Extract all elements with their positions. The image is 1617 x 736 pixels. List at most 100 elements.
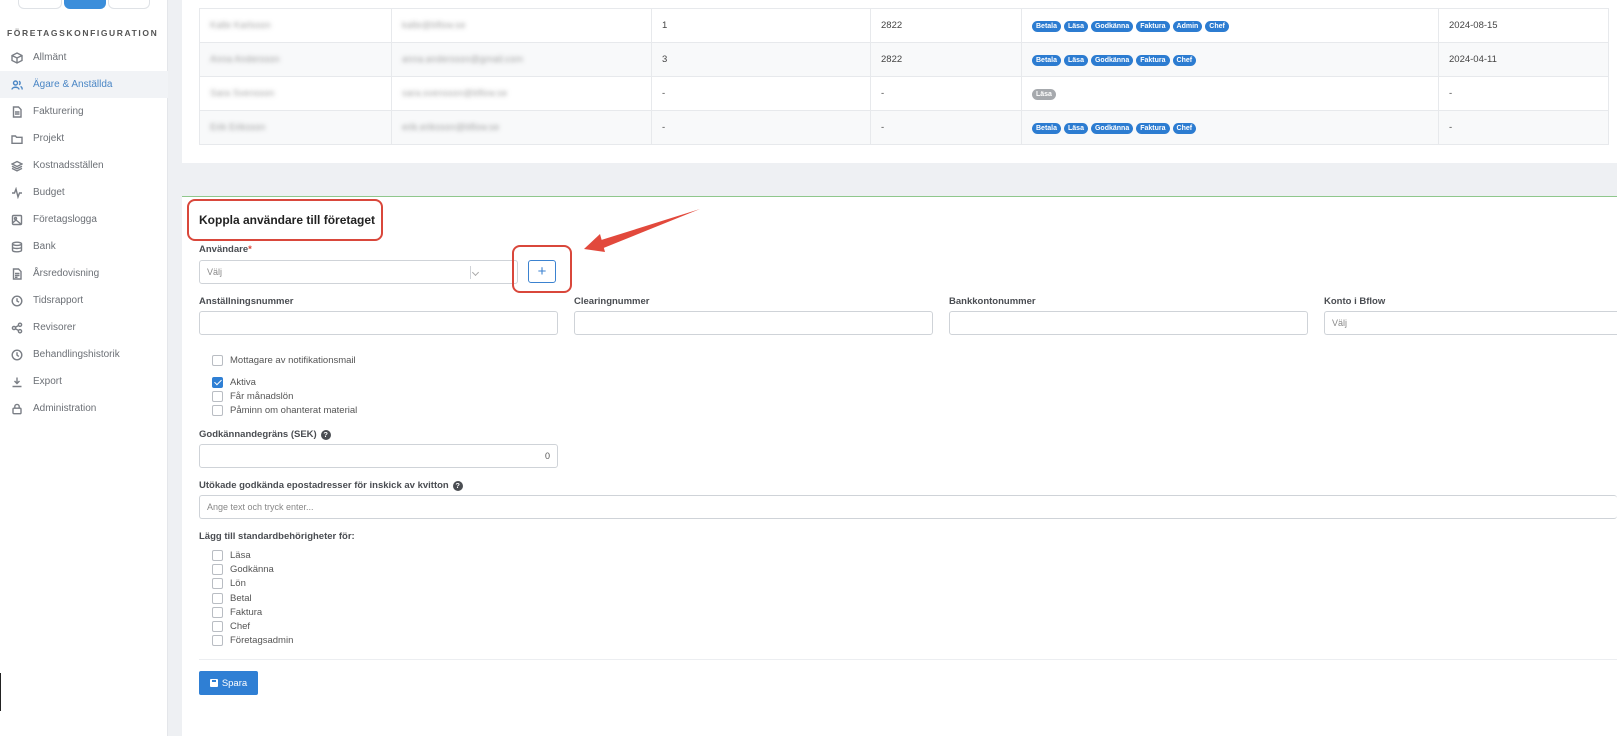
sidebar-tab-2-active[interactable] bbox=[64, 0, 106, 9]
permission-row[interactable]: Chef bbox=[212, 621, 250, 632]
sidebar: FÖRETAGSKONFIGURATION Allmänt Ägare & Ans… bbox=[0, 0, 168, 736]
table-row[interactable]: Sara Svensson sara.svensson@bflow.se - - Läs… bbox=[199, 76, 1609, 111]
question-circle-icon[interactable]: ? bbox=[452, 481, 463, 491]
sidebar-item-fakturering[interactable]: Fakturering bbox=[0, 98, 168, 125]
cell-clearing-text: - bbox=[881, 122, 885, 133]
checkbox[interactable] bbox=[212, 355, 223, 366]
cell-date-text: - bbox=[1449, 88, 1453, 99]
cell-number-text: 3 bbox=[662, 54, 668, 65]
cell-number: - bbox=[651, 110, 871, 145]
permission-row[interactable]: Läsa bbox=[212, 550, 251, 561]
cell-email-text: erik.eriksson@bflow.se bbox=[402, 122, 500, 133]
sidebar-item-label: Årsredovisning bbox=[33, 268, 100, 279]
sidebar-item-budget[interactable]: Budget bbox=[0, 179, 168, 206]
cell-name-text: Erik Eriksson bbox=[210, 122, 266, 133]
permission-row[interactable]: Företagsadmin bbox=[212, 635, 294, 647]
clearing-number-label: Clearingnummer bbox=[574, 296, 650, 307]
checkbox-row[interactable]: Mottagare av notifikationsmail bbox=[212, 355, 356, 366]
cell-roles: Läsa bbox=[1021, 76, 1439, 111]
cell-number: - bbox=[651, 76, 871, 111]
cell-clearing: - bbox=[870, 110, 1022, 145]
approval-limit-input[interactable]: 0 bbox=[199, 444, 558, 468]
role-badge: Betala bbox=[1032, 54, 1062, 66]
checkbox-checked[interactable] bbox=[212, 377, 223, 388]
checkbox[interactable] bbox=[212, 592, 223, 604]
checkbox[interactable] bbox=[212, 621, 223, 632]
user-select[interactable]: Välj bbox=[199, 260, 518, 284]
cell-number-text: 1 bbox=[662, 20, 668, 31]
share-icon bbox=[10, 321, 24, 335]
extended-emails-label: Utökade godkända epostadresser för inski… bbox=[199, 480, 463, 491]
clearing-number-input[interactable] bbox=[574, 311, 933, 335]
checkbox-row[interactable]: Får månadslön bbox=[212, 391, 293, 402]
bank-account-input[interactable] bbox=[949, 311, 1308, 335]
layers-icon bbox=[10, 159, 24, 173]
activity-icon bbox=[10, 186, 24, 200]
sidebar-item-behandlingshistorik[interactable]: Behandlingshistorik bbox=[0, 341, 168, 368]
table-row[interactable]: Kalle Karlsson kalle@bflow.se 1 2822 Betala L… bbox=[199, 8, 1609, 43]
permission-label: Läsa bbox=[230, 550, 251, 561]
role-badge: Admin bbox=[1172, 20, 1203, 32]
bflow-account-select[interactable]: Välj bbox=[1324, 311, 1617, 335]
sidebar-item-label: Allmänt bbox=[33, 52, 67, 63]
sidebar-item-export[interactable]: Export bbox=[0, 368, 168, 395]
database-icon bbox=[10, 240, 24, 254]
sidebar-item-label: Administration bbox=[33, 403, 97, 414]
connect-user-form: Koppla användare till företaget Användar… bbox=[182, 197, 1617, 736]
checkbox[interactable] bbox=[212, 635, 223, 647]
sidebar-tab-1[interactable] bbox=[18, 0, 62, 9]
permission-row[interactable]: Godkänna bbox=[212, 564, 274, 576]
cell-email: sara.svensson@bflow.se bbox=[391, 76, 652, 111]
role-badge: Läsa bbox=[1064, 54, 1088, 66]
checkbox[interactable] bbox=[212, 391, 223, 402]
cell-date-text: - bbox=[1449, 122, 1453, 133]
sidebar-item-administration[interactable]: Administration bbox=[0, 395, 168, 422]
checkbox-row[interactable]: Påminn om ohanterat material bbox=[212, 405, 357, 416]
user-select-placeholder: Välj bbox=[207, 267, 223, 277]
checkbox[interactable] bbox=[212, 550, 223, 561]
cell-number-text: - bbox=[662, 88, 666, 99]
role-badge: Faktura bbox=[1136, 54, 1170, 66]
chevron-down-icon bbox=[471, 268, 480, 277]
extended-emails-input[interactable]: Ange text och tryck enter... bbox=[199, 495, 1617, 519]
table-row[interactable]: Anna Andersson anna.andersson@gmail.com 3 2… bbox=[199, 42, 1609, 77]
checkbox[interactable] bbox=[212, 578, 223, 590]
checkbox[interactable] bbox=[212, 606, 223, 618]
cell-name: Anna Andersson bbox=[199, 42, 392, 77]
save-button[interactable]: Spara bbox=[199, 671, 258, 695]
sidebar-item-label: Ägare & Anställda bbox=[33, 79, 113, 90]
cell-date: 2024-04-11 bbox=[1438, 42, 1609, 77]
users-table: Kalle Karlsson kalle@bflow.se 1 2822 Betala L… bbox=[199, 8, 1609, 145]
sidebar-item-årsredovisning[interactable]: Årsredovisning bbox=[0, 260, 168, 287]
sidebar-item-ägare-anställda[interactable]: Ägare & Anställda bbox=[0, 71, 168, 98]
cell-name: Sara Svensson bbox=[199, 76, 392, 111]
checkbox[interactable] bbox=[212, 564, 223, 576]
cell-email-text: sara.svensson@bflow.se bbox=[402, 88, 508, 99]
sidebar-item-kostnadsställen[interactable]: Kostnadsställen bbox=[0, 152, 168, 179]
permission-row[interactable]: Faktura bbox=[212, 606, 262, 618]
sidebar-item-revisorer[interactable]: Revisorer bbox=[0, 314, 168, 341]
sidebar-item-allmänt[interactable]: Allmänt bbox=[0, 44, 168, 71]
employee-number-label: Anställningsnummer bbox=[199, 296, 294, 307]
permission-row[interactable]: Betal bbox=[212, 592, 252, 604]
sidebar-menu: Allmänt Ägare & Anställda Fakturering Proje… bbox=[0, 44, 168, 422]
sidebar-item-bank[interactable]: Bank bbox=[0, 233, 168, 260]
sidebar-item-projekt[interactable]: Projekt bbox=[0, 125, 168, 152]
sidebar-item-tidsrapport[interactable]: Tidsrapport bbox=[0, 287, 168, 314]
question-circle-icon[interactable]: ? bbox=[320, 430, 331, 440]
employee-number-input[interactable] bbox=[199, 311, 558, 335]
permission-label: Företagsadmin bbox=[230, 635, 294, 647]
cell-email: kalle@bflow.se bbox=[391, 8, 652, 43]
permission-label: Lön bbox=[230, 578, 246, 590]
sidebar-tab-3[interactable] bbox=[108, 0, 150, 9]
role-badge: Godkänna bbox=[1090, 20, 1134, 32]
checkbox[interactable] bbox=[212, 405, 223, 416]
role-badge: Betala bbox=[1032, 122, 1062, 134]
checkbox-row[interactable]: Aktiva bbox=[212, 377, 256, 388]
permission-row[interactable]: Lön bbox=[212, 578, 246, 590]
permission-label: Godkänna bbox=[230, 564, 274, 576]
sidebar-item-label: Företagslogga bbox=[33, 214, 97, 225]
table-row[interactable]: Erik Eriksson erik.eriksson@bflow.se - - Bet… bbox=[199, 110, 1609, 145]
cell-name-text: Sara Svensson bbox=[210, 88, 275, 99]
sidebar-item-företagslogga[interactable]: Företagslogga bbox=[0, 206, 168, 233]
